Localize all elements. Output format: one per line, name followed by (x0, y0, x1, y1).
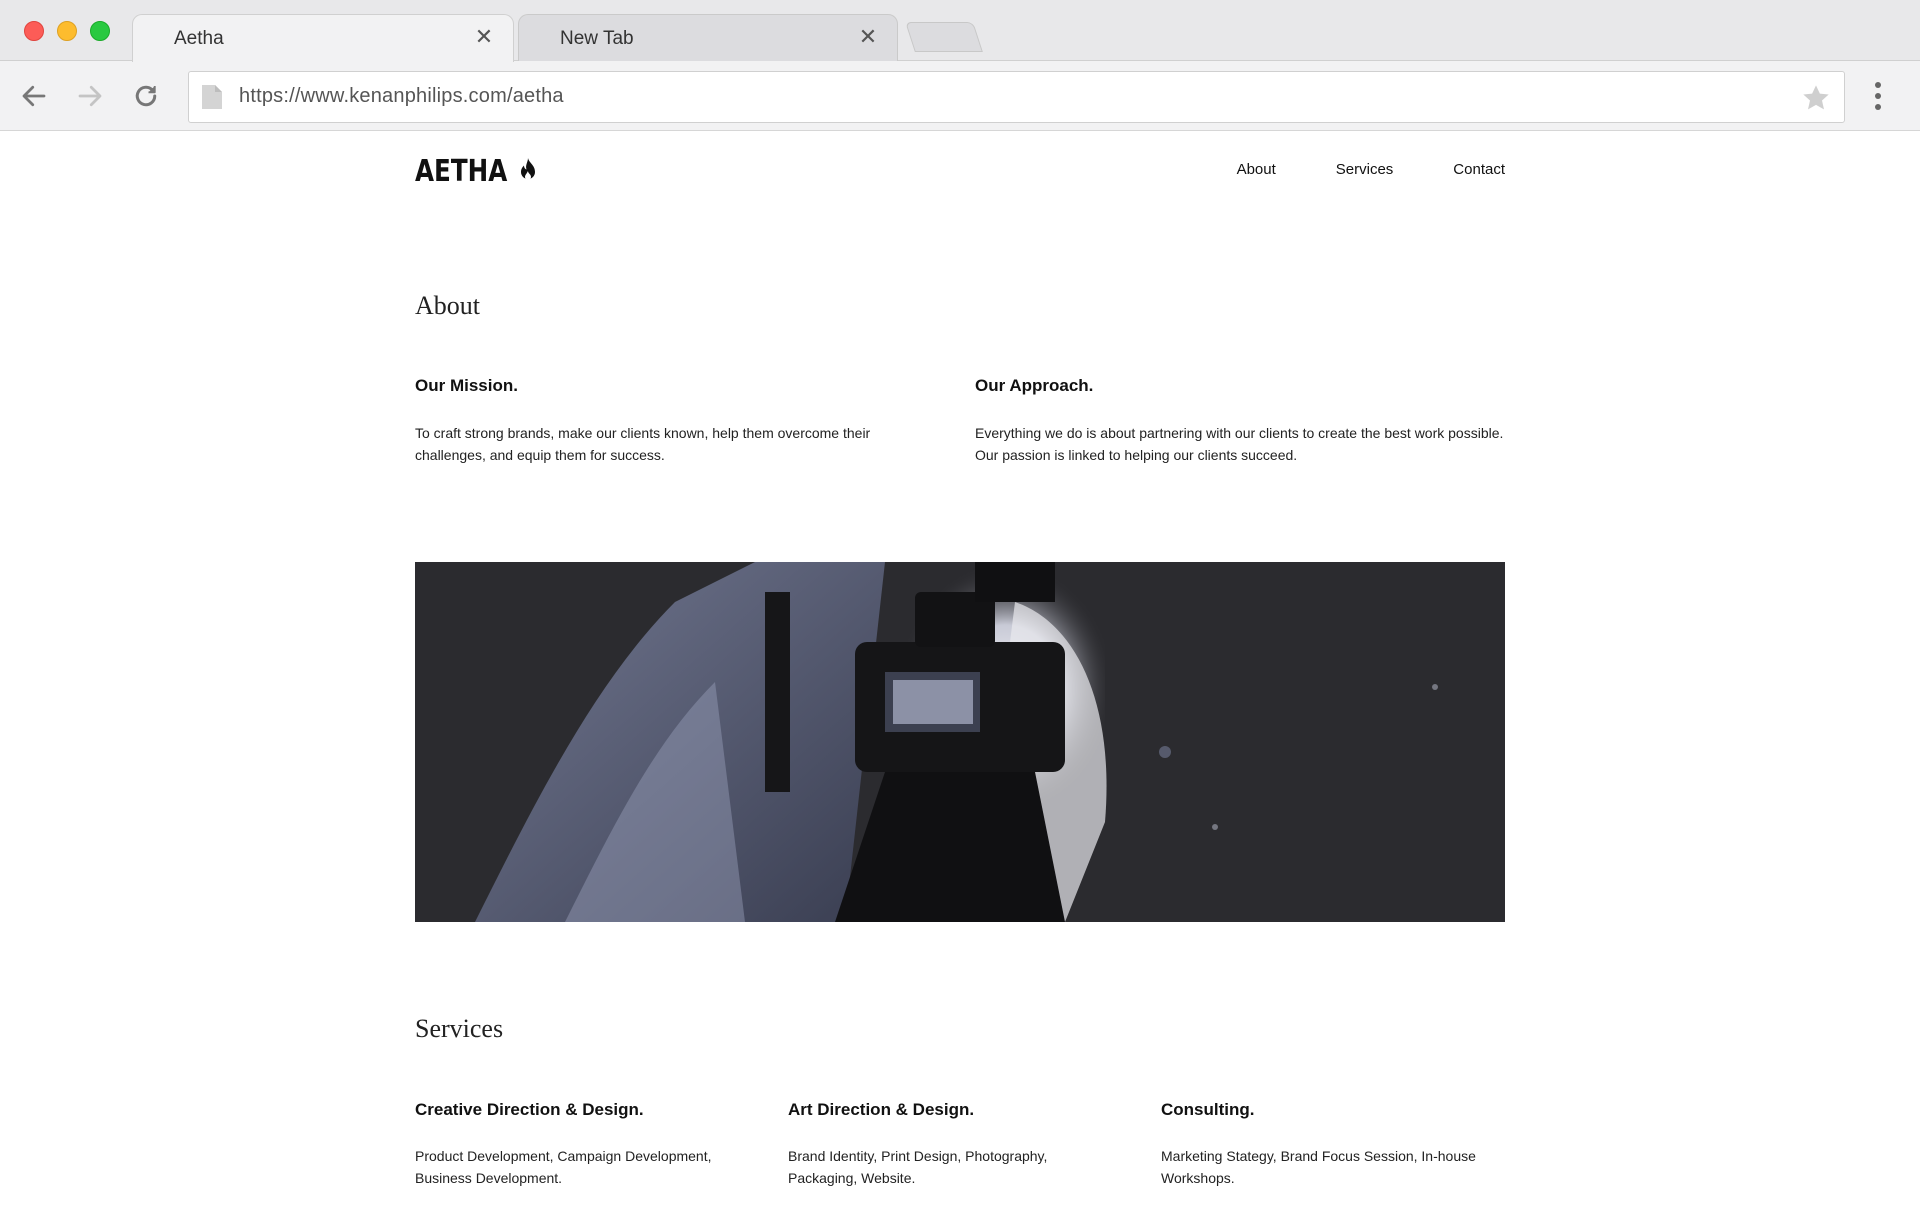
site-nav: About Services Contact (1177, 161, 1505, 178)
service-heading: Art Direction & Design. (788, 1100, 975, 1119)
service-text: Product Development, Campaign Developmen… (415, 1148, 712, 1186)
maximize-window-button[interactable] (90, 21, 110, 41)
approach-text: Everything we do is about partnering wit… (975, 425, 1504, 463)
close-window-button[interactable] (24, 21, 44, 41)
flame-icon (520, 158, 535, 180)
nav-link-about[interactable]: About (1237, 161, 1276, 178)
bookmark-star-icon[interactable] (1800, 82, 1832, 114)
page-icon (202, 85, 222, 109)
service-text: Marketing Stategy, Brand Focus Session, … (1161, 1148, 1476, 1186)
tab-aetha[interactable]: Aetha ✕ (132, 14, 514, 62)
approach-heading: Our Approach. (975, 376, 1094, 395)
tab-title: Aetha (174, 28, 224, 49)
tab-title: New Tab (560, 28, 634, 49)
minimize-window-button[interactable] (57, 21, 77, 41)
close-icon[interactable]: ✕ (856, 25, 880, 49)
tab-strip: New Tab ✕ Aetha ✕ (0, 0, 1920, 62)
service-heading: Consulting. (1161, 1100, 1255, 1119)
services-heading: Services (415, 1014, 504, 1043)
back-button[interactable] (14, 76, 54, 116)
browser-chrome: New Tab ✕ Aetha ✕ https://www.kenanphili… (0, 0, 1920, 131)
mission-heading: Our Mission. (415, 376, 518, 395)
close-icon[interactable]: ✕ (472, 25, 496, 49)
reload-button[interactable] (126, 76, 166, 116)
tab-new-tab[interactable]: New Tab ✕ (518, 14, 898, 61)
back-arrow-icon (22, 85, 46, 107)
mission-text: To craft strong brands, make our clients… (415, 425, 871, 463)
about-heading: About (415, 291, 480, 320)
new-tab-button[interactable] (905, 22, 983, 52)
logo-text: AETHA (415, 153, 508, 189)
camera-photo (415, 562, 1505, 922)
forward-button[interactable] (70, 76, 110, 116)
forward-arrow-icon (78, 85, 102, 107)
web-page: AETHA About Services Contact About Our M… (0, 131, 1920, 1210)
site-logo[interactable]: AETHA (415, 153, 540, 189)
service-text: Brand Identity, Print Design, Photograph… (788, 1148, 1048, 1186)
more-vert-icon[interactable] (1866, 78, 1890, 114)
service-heading: Creative Direction & Design. (415, 1100, 644, 1119)
hero-image (415, 562, 1505, 922)
reload-icon (135, 85, 157, 107)
nav-link-contact[interactable]: Contact (1453, 161, 1505, 178)
address-bar[interactable]: https://www.kenanphilips.com/aetha (188, 71, 1845, 123)
nav-link-services[interactable]: Services (1336, 161, 1394, 178)
url-text[interactable]: https://www.kenanphilips.com/aetha (239, 85, 564, 108)
